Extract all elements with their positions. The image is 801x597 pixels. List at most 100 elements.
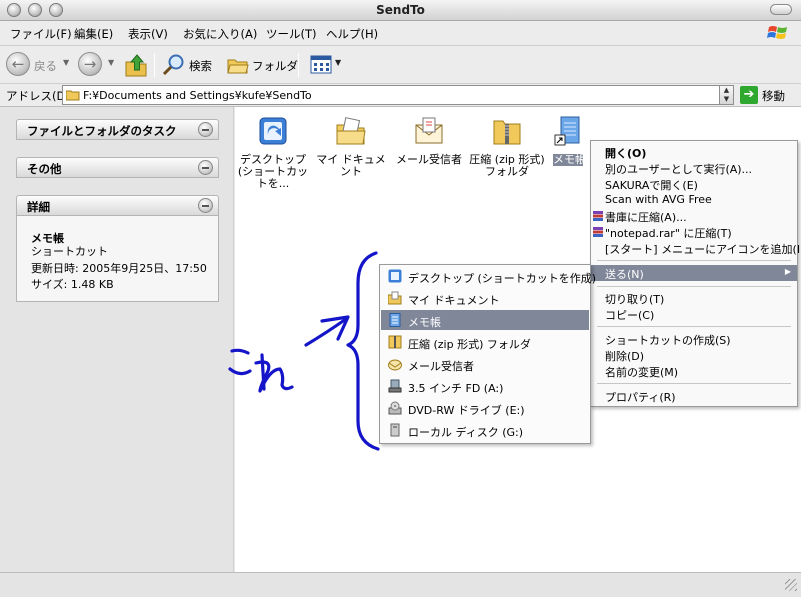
local-disk-icon — [390, 423, 400, 437]
window-title: SendTo — [376, 3, 425, 17]
panel-title: ファイルとフォルダのタスク — [27, 124, 177, 138]
file-item-my-documents[interactable]: マイ ドキュメント — [313, 115, 389, 178]
toolbar-toggle-button[interactable] — [770, 4, 792, 15]
task-pane: ファイルとフォルダのタスク その他 詳細 — [0, 107, 234, 572]
file-item-notepad[interactable]: メモ帳 — [553, 115, 583, 166]
submenu-arrow-icon: ▶ — [784, 267, 791, 276]
sendto-dvd-drive[interactable]: DVD-RW ドライブ (E:) — [381, 398, 589, 418]
resize-grip-icon[interactable] — [785, 579, 797, 591]
mail-icon — [388, 359, 402, 371]
sendto-mail-recipient[interactable]: メール受信者 — [381, 354, 589, 374]
file-label: デスクトップ (ショートカットを... — [237, 153, 309, 190]
expand-collapse-icon[interactable] — [198, 198, 213, 213]
ctx-cut[interactable]: 切り取り(T) — [591, 290, 797, 306]
zip-folder-icon — [388, 335, 402, 349]
folders-icon[interactable] — [227, 54, 249, 76]
sendto-notepad[interactable]: メモ帳 — [381, 310, 589, 330]
chevron-down-icon[interactable]: ▼ — [108, 58, 114, 67]
menu-edit[interactable]: 編集(E) — [74, 26, 113, 42]
back-button[interactable]: ← — [6, 52, 30, 76]
file-label: メモ帳 — [553, 153, 583, 166]
sendto-local-disk[interactable]: ローカル ディスク (G:) — [381, 420, 589, 440]
notepad-icon — [554, 116, 580, 146]
archive-icon — [593, 211, 603, 221]
address-dropdown-button[interactable]: ▲ ▼ — [719, 86, 733, 104]
details-panel: メモ帳 ショートカット 更新日時: 2005年9月25日、17:50 サイズ: … — [16, 216, 219, 302]
my-documents-icon — [388, 291, 402, 305]
file-label: マイ ドキュメント — [316, 153, 386, 178]
sendto-my-documents[interactable]: マイ ドキュメント — [381, 288, 589, 308]
folder-icon — [66, 90, 80, 101]
sendto-desktop[interactable]: デスクトップ (ショートカットを作成) — [381, 266, 596, 286]
go-arrow-icon[interactable]: ➔ — [740, 86, 758, 104]
notepad-icon — [389, 313, 401, 327]
archive-icon — [593, 227, 603, 237]
sendto-floppy[interactable]: 3.5 インチ FD (A:) — [381, 376, 589, 396]
arrow-right-icon: → — [83, 55, 97, 73]
other-places-header[interactable]: その他 — [16, 157, 219, 178]
file-label: 圧縮 (zip 形式) フォルダ — [469, 153, 545, 178]
floppy-icon — [388, 379, 402, 393]
expand-collapse-icon[interactable] — [198, 160, 213, 175]
ctx-run-as[interactable]: 別のユーザーとして実行(A)... — [591, 160, 797, 176]
ctx-open[interactable]: 開く(O) — [591, 144, 797, 160]
search-button[interactable]: 検索 — [189, 58, 212, 74]
arrow-left-icon: ← — [11, 55, 25, 73]
ctx-avg-scan[interactable]: Scan with AVG Free — [591, 192, 797, 208]
menu-help[interactable]: ヘルプ(H) — [326, 26, 378, 42]
expand-collapse-icon[interactable] — [198, 122, 213, 137]
desktop-shortcut-icon — [259, 117, 287, 145]
title-bar: SendTo — [0, 0, 801, 21]
ctx-compress-rar[interactable]: "notepad.rar" に圧縮(T) — [591, 224, 797, 240]
ctx-copy[interactable]: コピー(C) — [591, 306, 797, 322]
views-icon[interactable] — [310, 55, 332, 75]
ctx-properties[interactable]: プロパティ(R) — [591, 388, 797, 404]
menu-favorites[interactable]: お気に入り(A) — [183, 26, 257, 42]
ctx-delete[interactable]: 削除(D) — [591, 347, 797, 363]
detail-modified: 更新日時: 2005年9月25日、17:50 — [31, 262, 207, 275]
menu-file[interactable]: ファイル(F) — [10, 26, 72, 42]
address-input[interactable]: F:¥Documents and Settings¥kufe¥SendTo ▲ ▼ — [62, 85, 734, 105]
ctx-create-shortcut[interactable]: ショートカットの作成(S) — [591, 331, 797, 347]
detail-size: サイズ: 1.48 KB — [31, 278, 114, 291]
chevron-down-icon[interactable]: ▼ — [335, 58, 341, 67]
sendto-submenu: デスクトップ (ショートカットを作成) マイ ドキュメント メモ帳 圧縮 (zi… — [379, 264, 596, 444]
desktop-icon — [388, 269, 402, 283]
panel-title: 詳細 — [27, 200, 50, 214]
ctx-sakura[interactable]: SAKURAで開く(E) — [591, 176, 797, 192]
sendto-zip-folder[interactable]: 圧縮 (zip 形式) フォルダ — [381, 332, 589, 352]
zip-folder-icon — [493, 120, 521, 145]
ctx-compress[interactable]: 書庫に圧縮(A)... — [591, 208, 797, 224]
toolbar: ← 戻る ▼ → ▼ 検索 フォルダ ▼ — [0, 46, 801, 84]
search-icon[interactable] — [162, 54, 186, 76]
windows-logo-icon — [767, 26, 787, 39]
file-item-mail-recipient[interactable]: メール受信者 — [391, 115, 467, 166]
folder-up-button[interactable] — [124, 52, 148, 78]
go-button[interactable]: 移動 — [762, 88, 785, 104]
detail-type: ショートカット — [31, 245, 108, 258]
chevron-down-icon[interactable]: ▼ — [63, 58, 69, 67]
address-bar: アドレス(D) F:¥Documents and Settings¥kufe¥S… — [0, 84, 801, 107]
mail-recipient-icon — [415, 117, 443, 144]
details-header[interactable]: 詳細 — [16, 195, 219, 216]
file-item-desktop[interactable]: デスクトップ (ショートカットを... — [235, 115, 311, 190]
ctx-send-to[interactable]: 送る(N) ▶ — [591, 265, 797, 281]
forward-button[interactable]: → — [78, 52, 102, 76]
dvd-drive-icon — [388, 401, 402, 415]
menu-view[interactable]: 表示(V) — [128, 26, 168, 42]
ctx-pin-start[interactable]: [スタート] メニューにアイコンを追加(I) — [591, 240, 801, 256]
back-label: 戻る — [34, 59, 57, 73]
panel-title: その他 — [27, 162, 62, 176]
address-label: アドレス(D) — [6, 89, 70, 103]
menu-tools[interactable]: ツール(T) — [266, 26, 317, 42]
file-item-zip-folder[interactable]: 圧縮 (zip 形式) フォルダ — [469, 115, 545, 178]
my-documents-icon — [336, 117, 366, 145]
address-path: F:¥Documents and Settings¥kufe¥SendTo — [83, 89, 312, 102]
ctx-rename[interactable]: 名前の変更(M) — [591, 363, 797, 379]
context-menu: 開く(O) 別のユーザーとして実行(A)... SAKURAで開く(E) Sca… — [590, 140, 801, 407]
menu-bar: ファイル(F) 編集(E) 表示(V) お気に入り(A) ツール(T) ヘルプ(… — [0, 21, 801, 46]
file-folder-tasks-header[interactable]: ファイルとフォルダのタスク — [16, 119, 219, 140]
status-bar — [0, 572, 801, 597]
folders-button[interactable]: フォルダ — [252, 58, 298, 74]
file-label: メール受信者 — [396, 153, 462, 166]
